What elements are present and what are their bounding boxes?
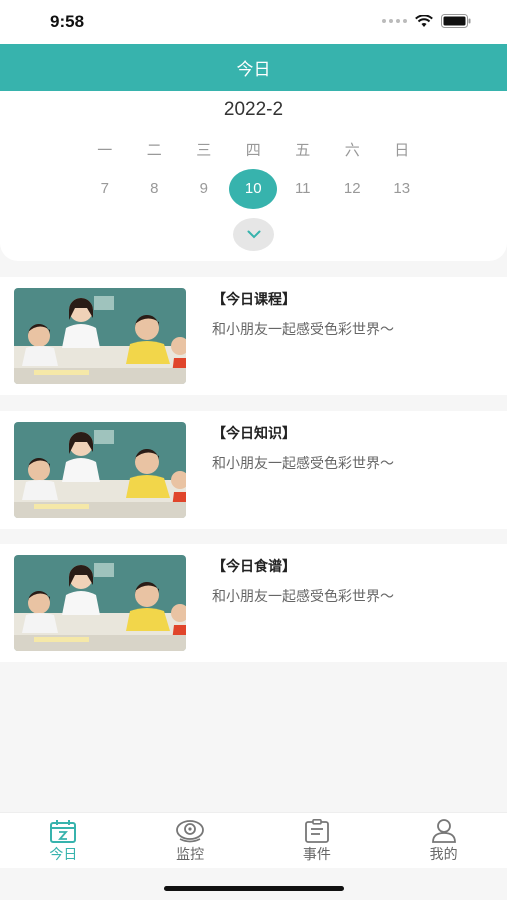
weekday-label: 四 bbox=[245, 141, 261, 159]
calendar-date[interactable]: 12 bbox=[328, 169, 378, 209]
tab-monitor[interactable]: 监控 bbox=[127, 813, 254, 868]
calendar-date[interactable]: 7 bbox=[80, 169, 130, 209]
weekday-label: 三 bbox=[196, 141, 212, 159]
calendar-date[interactable]: 13 bbox=[377, 169, 427, 209]
nav-bar: 今日 bbox=[0, 44, 507, 91]
calendar-expand-button[interactable] bbox=[233, 218, 274, 251]
calendar-date[interactable]: 9 bbox=[179, 169, 229, 209]
weekday-label: 一 bbox=[97, 141, 113, 159]
tab-events[interactable]: 事件 bbox=[254, 813, 381, 868]
camera-icon bbox=[176, 820, 205, 843]
list-item[interactable]: 【今日知识】 和小朋友一起感受色彩世界～ bbox=[0, 411, 507, 529]
battery-icon bbox=[441, 14, 471, 28]
home-indicator-area bbox=[0, 868, 507, 900]
tab-label: 我的 bbox=[429, 847, 458, 863]
tab-mine[interactable]: 我的 bbox=[380, 813, 507, 868]
card-description: 和小朋友一起感受色彩世界～ bbox=[212, 589, 394, 605]
calendar-month-title: 2022-2 bbox=[223, 99, 284, 120]
classroom-photo bbox=[14, 288, 186, 384]
card-title: 【今日食谱】 bbox=[212, 559, 296, 575]
chevron-down-icon bbox=[247, 230, 260, 239]
signal-icon bbox=[382, 19, 407, 23]
calendar-weekday-row: 一 二 三 四 五 六 日 bbox=[80, 139, 427, 160]
list-item[interactable]: 【今日课程】 和小朋友一起感受色彩世界～ bbox=[0, 277, 507, 395]
status-bar: 9:58 bbox=[0, 0, 507, 44]
weekday-label: 六 bbox=[344, 141, 360, 159]
calendar-date-selected[interactable]: 10 bbox=[229, 169, 279, 209]
page-title: 今日 bbox=[236, 60, 271, 80]
card-description: 和小朋友一起感受色彩世界～ bbox=[212, 322, 394, 338]
clipboard-icon bbox=[304, 819, 329, 843]
status-time: 9:58 bbox=[50, 12, 85, 31]
week-calendar: 2022-2 一 二 三 四 五 六 日 7 8 9 10 11 12 13 bbox=[0, 91, 507, 261]
card-title: 【今日知识】 bbox=[212, 426, 296, 442]
calendar-date[interactable]: 11 bbox=[278, 169, 328, 209]
user-icon bbox=[431, 819, 456, 843]
calendar-date[interactable]: 8 bbox=[130, 169, 180, 209]
calendar-icon bbox=[50, 820, 77, 843]
classroom-photo bbox=[14, 555, 186, 651]
tab-label: 监控 bbox=[176, 847, 205, 863]
calendar-date-row: 7 8 9 10 11 12 13 bbox=[80, 169, 427, 209]
status-icons bbox=[382, 14, 471, 28]
list-item[interactable]: 【今日食谱】 和小朋友一起感受色彩世界～ bbox=[0, 544, 507, 662]
card-description: 和小朋友一起感受色彩世界～ bbox=[212, 456, 394, 472]
wifi-icon bbox=[415, 14, 433, 27]
weekday-label: 五 bbox=[295, 141, 311, 159]
tab-bar: 今日 监控 事件 我的 bbox=[0, 812, 507, 868]
tab-label: 事件 bbox=[302, 847, 331, 863]
tab-label: 今日 bbox=[49, 847, 78, 863]
card-title: 【今日课程】 bbox=[212, 292, 296, 308]
tab-today[interactable]: 今日 bbox=[0, 813, 127, 868]
classroom-photo bbox=[14, 422, 186, 518]
weekday-label: 二 bbox=[146, 141, 162, 159]
weekday-label: 日 bbox=[394, 141, 410, 159]
home-indicator[interactable] bbox=[164, 886, 344, 891]
